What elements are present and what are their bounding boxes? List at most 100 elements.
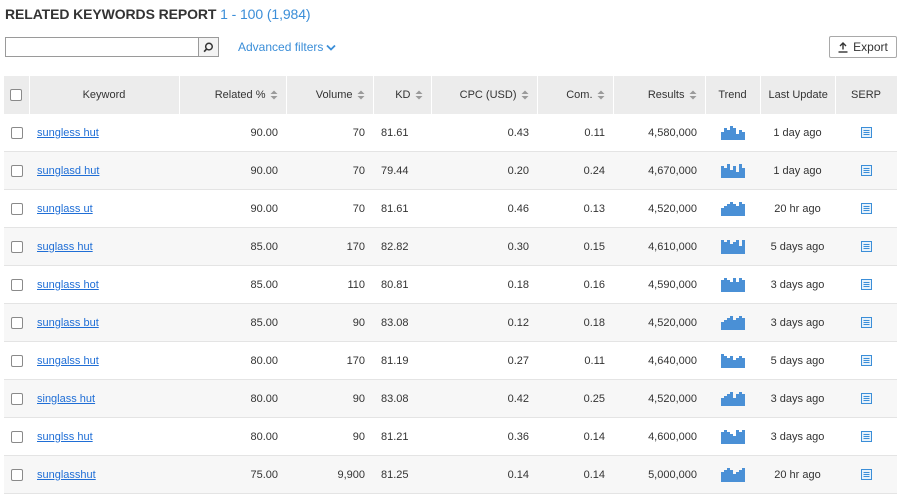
kd-cell: 79.44 [373, 151, 431, 190]
col-trend: Trend [705, 76, 761, 114]
row-checkbox[interactable] [10, 354, 23, 367]
related-cell: 90.00 [179, 151, 286, 190]
row-checkbox[interactable] [10, 392, 23, 405]
related-cell: 90.00 [179, 114, 286, 152]
keyword-link[interactable]: sungless hut [37, 127, 99, 139]
col-com[interactable]: Com. [537, 76, 614, 114]
serp-icon[interactable] [860, 469, 872, 481]
last-update-cell: 5 days ago [760, 227, 835, 266]
keyword-link[interactable]: singlass hut [37, 393, 95, 405]
upload-icon [838, 41, 848, 53]
keyword-link[interactable]: sunglasd hut [37, 165, 99, 177]
trend-cell [705, 303, 760, 342]
chevron-down-icon [326, 45, 337, 52]
keyword-link[interactable]: sunglss hut [37, 431, 93, 443]
cpc-cell: 0.42 [431, 379, 537, 418]
trend-cell [705, 265, 760, 304]
row-checkbox[interactable] [10, 430, 23, 443]
cpc-cell: 0.46 [431, 189, 537, 228]
keyword-cell: sunglasd hut [29, 151, 179, 190]
table-row: sunglss hut 80.00 90 81.21 0.36 0.14 4,600,000… [4, 417, 897, 456]
com-cell: 0.18 [537, 303, 613, 342]
last-update-cell: 3 days ago [760, 303, 835, 342]
serp-icon[interactable] [860, 241, 872, 253]
report-title: RELATED KEYWORDS REPORT 1 - 100 (1,984) [5, 6, 311, 22]
trend-cell [705, 341, 760, 380]
serp-icon[interactable] [860, 317, 872, 329]
col-results[interactable]: Results [613, 76, 706, 114]
related-cell: 80.00 [179, 341, 286, 380]
row-checkbox[interactable] [10, 468, 23, 481]
row-checkbox[interactable] [10, 126, 23, 139]
volume-cell: 90 [286, 303, 373, 342]
select-all-checkbox[interactable] [10, 89, 23, 102]
table-row: singlass hut 80.00 90 83.08 0.42 0.25 4,520,00… [4, 379, 897, 418]
keyword-cell: sunglasshut [29, 455, 179, 494]
col-kd[interactable]: KD [373, 76, 432, 114]
col-related-label: Related % [214, 89, 266, 101]
table-row: sungalss hut 80.00 170 81.19 0.27 0.11 4,640,0… [4, 341, 897, 380]
trend-cell [705, 455, 760, 494]
keyword-link[interactable]: suglass hut [37, 241, 93, 253]
trend-cell [705, 189, 760, 228]
serp-icon[interactable] [860, 393, 872, 405]
last-update-cell: 1 day ago [760, 114, 835, 152]
search-input[interactable] [5, 37, 198, 57]
sort-icon [357, 90, 364, 100]
row-select-cell [4, 114, 29, 152]
keyword-cell: sungalss hut [29, 341, 179, 380]
keyword-link[interactable]: sunglass ut [37, 203, 93, 215]
serp-icon[interactable] [860, 279, 872, 291]
col-volume[interactable]: Volume [286, 76, 374, 114]
keyword-link[interactable]: sunglass hot [37, 279, 99, 291]
results-cell: 4,670,000 [613, 151, 705, 190]
advanced-filters-toggle[interactable]: Advanced filters [238, 40, 337, 54]
serp-cell [835, 455, 897, 494]
keyword-cell: sungless hut [29, 114, 179, 152]
volume-cell: 70 [286, 189, 373, 228]
serp-icon[interactable] [860, 165, 872, 177]
last-update-cell: 1 day ago [760, 151, 835, 190]
table-row: sungless hut 90.00 70 81.61 0.43 0.11 4,580,00… [4, 114, 897, 152]
related-cell: 85.00 [179, 265, 286, 304]
com-cell: 0.14 [537, 417, 613, 456]
keyword-link[interactable]: sungalss hut [37, 355, 99, 367]
row-checkbox[interactable] [10, 316, 23, 329]
col-keyword[interactable]: Keyword [29, 76, 180, 114]
row-select-cell [4, 379, 29, 418]
row-checkbox[interactable] [10, 240, 23, 253]
col-related[interactable]: Related % [179, 76, 287, 114]
kd-cell: 83.08 [373, 379, 431, 418]
row-select-cell [4, 265, 29, 304]
com-cell: 0.25 [537, 379, 613, 418]
trend-sparkline [720, 315, 745, 330]
col-volume-label: Volume [315, 89, 353, 101]
trend-sparkline [720, 429, 745, 444]
sort-icon [521, 90, 528, 100]
results-cell: 4,580,000 [613, 114, 705, 152]
volume-cell: 70 [286, 151, 373, 190]
com-cell: 0.24 [537, 151, 613, 190]
export-button[interactable]: Export [829, 36, 897, 58]
search-button[interactable] [198, 37, 219, 57]
kd-cell: 81.21 [373, 417, 431, 456]
table-row: sunglasd hut 90.00 70 79.44 0.20 0.24 4,670,00… [4, 151, 897, 190]
row-select-cell [4, 455, 29, 494]
keyword-link[interactable]: sunglass but [37, 317, 99, 329]
row-checkbox[interactable] [10, 278, 23, 291]
row-checkbox[interactable] [10, 164, 23, 177]
results-cell: 4,520,000 [613, 189, 705, 228]
cpc-cell: 0.43 [431, 114, 537, 152]
keyword-cell: sunglss hut [29, 417, 179, 456]
row-select-cell [4, 227, 29, 266]
serp-icon[interactable] [860, 127, 872, 139]
row-checkbox[interactable] [10, 202, 23, 215]
serp-icon[interactable] [860, 431, 872, 443]
serp-cell [835, 303, 897, 342]
serp-icon[interactable] [860, 355, 872, 367]
trend-cell [705, 417, 760, 456]
col-cpc[interactable]: CPC (USD) [431, 76, 538, 114]
keyword-link[interactable]: sunglasshut [37, 469, 96, 481]
serp-icon[interactable] [860, 203, 872, 215]
select-all-cell [4, 76, 30, 114]
